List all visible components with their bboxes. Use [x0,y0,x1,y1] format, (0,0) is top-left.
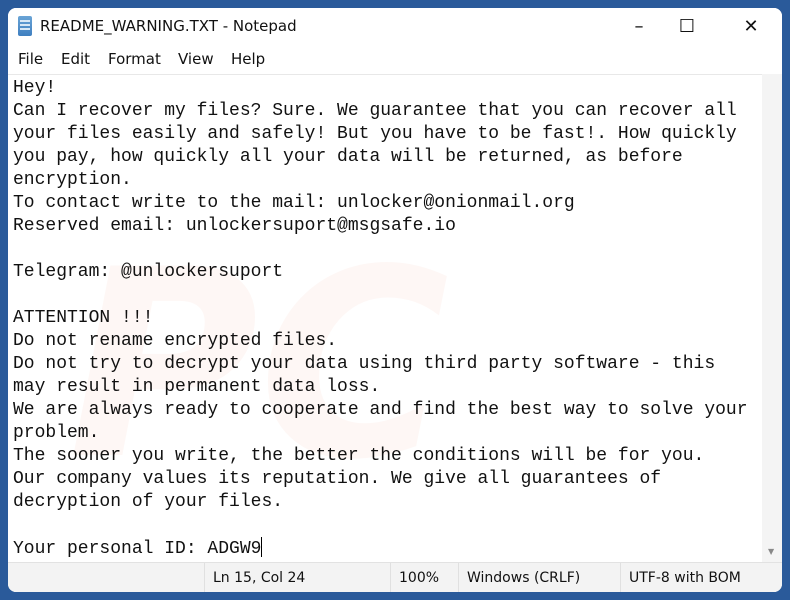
text-line: The sooner you write, the better the con… [13,446,705,466]
title-bar[interactable]: README_WARNING.TXT - Notepad – ☐ ✕ [8,8,782,46]
text-line: To contact write to the mail: unlocker@o… [13,193,575,213]
text-line: decryption of your files. [13,492,284,512]
text-line: Can I recover my files? Sure. We guarant… [13,101,737,121]
zoom-level: 100% [390,563,458,592]
text-line: Do not rename encrypted files. [13,331,338,351]
line-ending: Windows (CRLF) [458,563,620,592]
close-button[interactable]: ✕ [728,8,774,44]
text-line: Telegram: @unlockersuport [13,262,284,282]
text-line: Our company values its reputation. We gi… [13,469,662,489]
text-line: Hey! [13,78,57,98]
text-line: Reserved email: unlockersuport@msgsafe.i… [13,216,456,236]
text-line: We are always ready to cooperate and fin… [13,400,748,420]
menu-view[interactable]: View [178,50,214,68]
vertical-scrollbar[interactable]: ▼ [762,74,782,562]
text-caret [261,537,263,557]
menu-bar: File Edit Format View Help [8,46,782,74]
text-line: Do not try to decrypt your data using th… [13,354,716,374]
text-line: you pay, how quickly all your data will … [13,147,683,167]
maximize-button[interactable]: ☐ [664,8,710,44]
menu-help[interactable]: Help [231,50,265,68]
window-title: README_WARNING.TXT - Notepad [40,17,297,35]
text-line: encryption. [13,170,132,190]
minimize-button[interactable]: – [616,8,662,44]
document-text[interactable]: Hey! Can I recover my files? Sure. We gu… [13,77,748,561]
text-editor[interactable]: PC Hey! Can I recover my files? Sure. We… [8,74,762,563]
status-bar: Ln 15, Col 24 100% Windows (CRLF) UTF-8 … [8,562,782,592]
menu-format[interactable]: Format [108,50,161,68]
text-line: ATTENTION !!! [13,308,154,328]
menu-edit[interactable]: Edit [61,50,90,68]
text-line: problem. [13,423,100,443]
menu-file[interactable]: File [18,50,43,68]
notepad-window: README_WARNING.TXT - Notepad – ☐ ✕ File … [8,8,782,592]
encoding: UTF-8 with BOM [620,563,770,592]
notepad-icon [18,16,32,36]
text-line: may result in permanent data loss. [13,377,381,397]
text-line: Your personal ID: ADGW9 [13,539,262,559]
cursor-position: Ln 15, Col 24 [204,563,390,592]
text-line: your files easily and safely! But you ha… [13,124,737,144]
scroll-down-arrow-icon[interactable]: ▼ [768,547,774,556]
